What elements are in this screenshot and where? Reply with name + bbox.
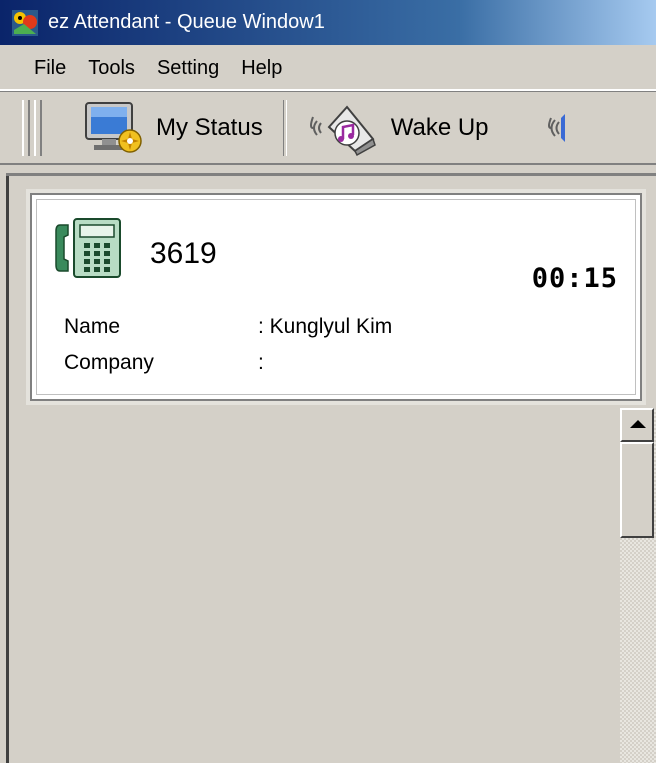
my-status-button[interactable]: My Status (72, 97, 273, 159)
toolbar-grip-secondary[interactable] (34, 99, 42, 156)
monitor-status-icon (85, 101, 142, 153)
next-toolbar-button[interactable] (499, 97, 575, 159)
vertical-scrollbar[interactable] (620, 408, 656, 763)
toolbar-grip[interactable] (22, 99, 30, 156)
queue-window: ez Attendant - Queue Window1 File Tools … (0, 0, 656, 763)
content-left-border (6, 173, 9, 763)
menu-bar: File Tools Setting Help (0, 47, 656, 91)
up-arrow-icon (630, 420, 646, 428)
call-timer: 00:15 (531, 263, 618, 294)
window-title: ez Attendant - Queue Window1 (48, 11, 325, 33)
content-top-border (6, 173, 656, 176)
name-label: Name (64, 315, 121, 338)
name-value: : Kunglyul Kim (258, 315, 393, 338)
menu-setting[interactable]: Setting (143, 57, 227, 80)
my-status-label: My Status (156, 113, 263, 141)
company-value: : (258, 351, 264, 374)
telephone-handset-icon (55, 218, 121, 278)
music-bell-icon (309, 104, 376, 156)
queue-content-area: 3619 00:15 Name : Kunglyul Kim Company : (0, 165, 656, 763)
scroll-up-button[interactable] (620, 408, 654, 442)
menu-tools[interactable]: Tools (74, 57, 143, 80)
toolbar: My Status Wake Up (0, 91, 656, 165)
ez-attendant-logo-icon[interactable] (10, 8, 40, 38)
menu-help[interactable]: Help (227, 57, 290, 80)
company-label: Company (64, 351, 154, 374)
menu-file[interactable]: File (20, 57, 74, 80)
scroll-thumb[interactable] (620, 442, 654, 538)
caller-extension: 3619 (150, 237, 217, 270)
sound-waves-icon (547, 113, 565, 142)
wake-up-button[interactable]: Wake Up (297, 97, 499, 159)
wake-up-label: Wake Up (390, 113, 489, 141)
toolbar-separator (282, 99, 287, 156)
queue-call-card[interactable]: 3619 00:15 Name : Kunglyul Kim Company : (30, 193, 642, 401)
title-bar[interactable]: ez Attendant - Queue Window1 (0, 0, 656, 45)
